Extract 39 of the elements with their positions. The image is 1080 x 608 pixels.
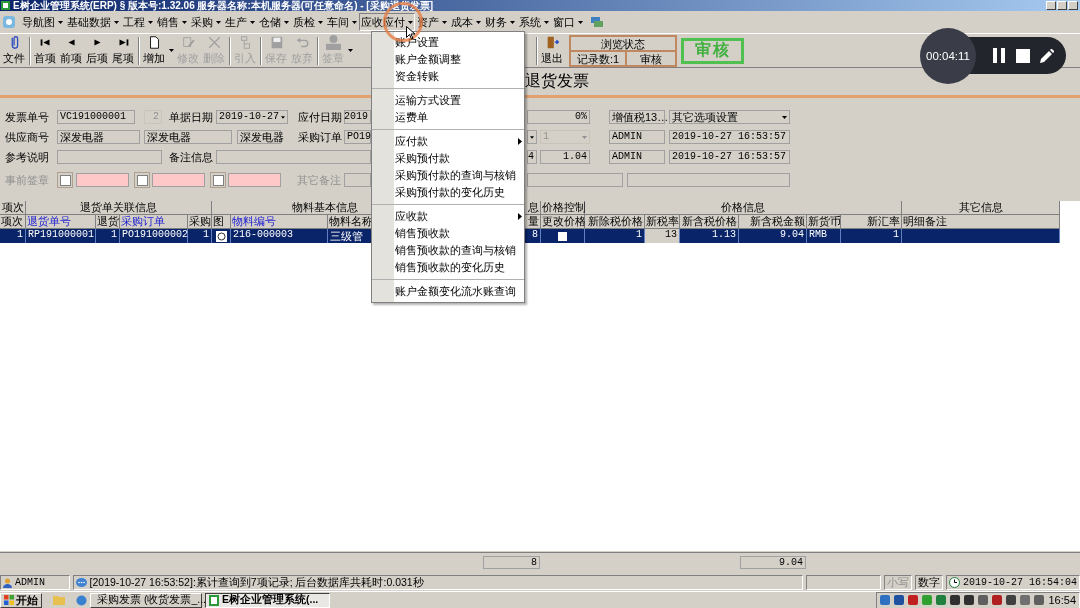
group-header: 项次 (0, 201, 26, 215)
recording-timer: 00:04:11 (920, 28, 976, 84)
key-indicator: 小写 (883, 575, 912, 590)
field-label: 供应商号 (5, 129, 50, 145)
table-cell: 1.13 (680, 229, 739, 243)
status-clock: 2019-10-27 16:54:04 (962, 577, 1077, 588)
table-cell: 1 (841, 229, 902, 243)
table-cell: 9.04 (739, 229, 807, 243)
field-label: 发票单号 (5, 109, 50, 125)
table-cell: RP191000001 (26, 229, 96, 243)
status-value: 审核 (626, 50, 676, 66)
table-cell: 1 (585, 229, 645, 243)
document-title: 退货发票 (525, 71, 589, 91)
table-cell: 216-000003 (231, 229, 328, 243)
taskbar-clock: 16:54 (1048, 594, 1076, 606)
group-header: 退货单关联信息 (26, 201, 212, 215)
table-cell: 1 (0, 229, 26, 243)
key-indicator: 数字 (914, 575, 943, 590)
user-name: ADMIN (15, 577, 45, 588)
total-field: 8 (483, 555, 540, 569)
table-cell: 1 (188, 229, 212, 243)
status-message: [2019-10-27 16:53:52]:累计查询到7项记录; 后台数据库共耗时:0.031秒 (89, 575, 424, 590)
approval-stamp: 审核 (681, 37, 744, 64)
group-header: 其它信息 (902, 201, 1060, 215)
field-label: 事前签章 (5, 172, 50, 188)
table-cell: 13 (645, 229, 680, 243)
field-label: 参考说明 (5, 149, 50, 165)
table-cell: PO191000002 (120, 229, 188, 243)
field-label: 备注信息 (169, 149, 213, 165)
record-count: 记录数:1 (570, 50, 626, 66)
table-cell: 1 (96, 229, 120, 243)
table-cell: RMB (807, 229, 841, 243)
total-field: 9.04 (740, 555, 806, 569)
field-label: 应付日期 (298, 109, 342, 125)
group-header: 价格控制 (541, 201, 585, 215)
status-title: 浏览状态 (570, 35, 676, 51)
group-header: 价格信息 (585, 201, 902, 215)
field-label: 采购订单 (298, 129, 342, 145)
field-label: 单据日期 (169, 109, 213, 125)
